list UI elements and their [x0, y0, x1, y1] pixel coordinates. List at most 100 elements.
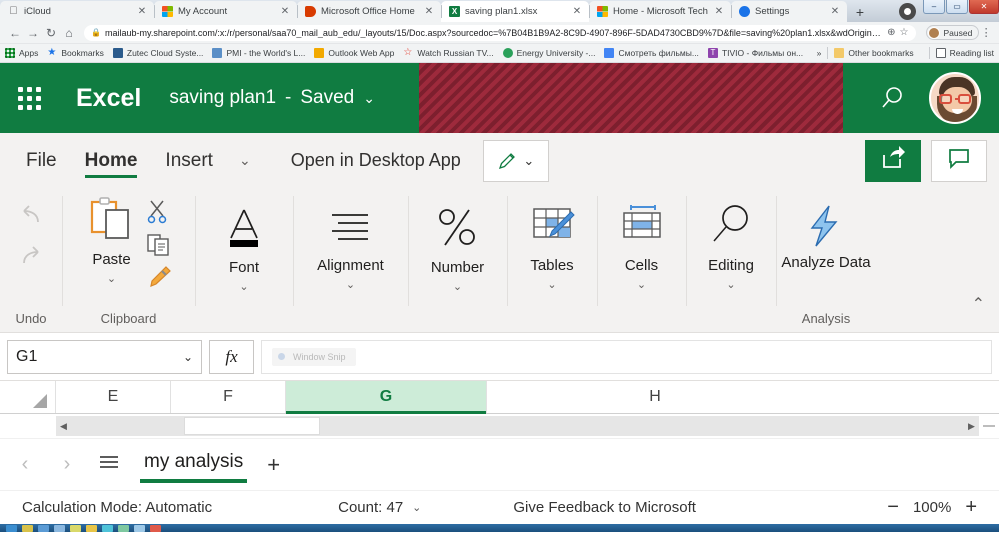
- analyze-data-button[interactable]: Analyze Data: [781, 204, 871, 271]
- new-tab-button[interactable]: +: [847, 1, 873, 22]
- chevron-down-icon[interactable]: ⌄: [547, 278, 556, 291]
- bookmark-zutec[interactable]: Zutec Cloud Syste...: [112, 48, 203, 58]
- excel-brand-label[interactable]: Excel: [76, 84, 141, 113]
- zoom-in-button[interactable]: +: [965, 496, 977, 519]
- editing-mode-button[interactable]: ⌄: [482, 139, 549, 182]
- chevron-down-icon[interactable]: ⌄: [363, 90, 375, 107]
- column-header-g[interactable]: G: [286, 381, 487, 414]
- chevron-down-icon[interactable]: ⌄: [726, 278, 735, 291]
- bookmark-bookmarks[interactable]: ★ Bookmarks: [47, 48, 104, 59]
- column-header-h[interactable]: H: [487, 381, 823, 413]
- bookmark-pmi[interactable]: PMI - the World's L...: [212, 48, 305, 58]
- tab-home[interactable]: Home: [71, 133, 152, 188]
- search-in-page-icon[interactable]: ⊕: [887, 27, 895, 38]
- cells-button[interactable]: Cells ⌄: [617, 204, 667, 291]
- font-button[interactable]: Font ⌄: [217, 206, 271, 293]
- other-bookmarks-button[interactable]: Other bookmarks: [834, 48, 914, 58]
- next-sheet-icon[interactable]: ›: [56, 453, 78, 476]
- browser-tab[interactable]:  iCloud ✕: [0, 1, 154, 22]
- close-icon[interactable]: ✕: [421, 6, 437, 17]
- taskbar-icon[interactable]: [102, 524, 113, 532]
- close-icon[interactable]: ✕: [277, 6, 293, 17]
- format-painter-icon[interactable]: [144, 265, 172, 295]
- insert-function-button[interactable]: fx: [209, 339, 254, 374]
- chevron-down-icon[interactable]: ⌄: [523, 153, 534, 169]
- chevron-down-icon[interactable]: ⌄: [239, 280, 248, 293]
- previous-sheet-icon[interactable]: ‹: [14, 453, 36, 476]
- reload-icon[interactable]: ↻: [42, 27, 60, 39]
- alignment-button[interactable]: Alignment ⌄: [317, 208, 384, 291]
- maximize-button[interactable]: ▭: [946, 0, 968, 14]
- bookmark-star-icon[interactable]: ☆: [900, 27, 909, 38]
- close-icon[interactable]: ✕: [711, 6, 727, 17]
- sheet-tab-my-analysis[interactable]: my analysis: [140, 451, 248, 483]
- sheet-list-icon[interactable]: [98, 454, 120, 475]
- taskbar-icon[interactable]: [134, 524, 145, 532]
- cut-icon[interactable]: [144, 199, 172, 229]
- bookmark-apps[interactable]: Apps: [5, 48, 38, 58]
- scroll-left-arrow-icon[interactable]: ◀: [56, 421, 71, 432]
- minimize-button[interactable]: –: [923, 0, 945, 14]
- number-button[interactable]: Number ⌄: [431, 204, 484, 293]
- column-header-f[interactable]: F: [171, 381, 286, 413]
- taskbar-icon[interactable]: [118, 524, 129, 532]
- chevron-down-icon[interactable]: ⌄: [637, 278, 646, 291]
- zoom-level-label[interactable]: 100%: [913, 499, 951, 516]
- bookmark-energy-university[interactable]: Energy University -...: [502, 48, 595, 58]
- chevron-down-icon[interactable]: ⌄: [412, 501, 421, 514]
- taskbar-icon[interactable]: [22, 524, 33, 532]
- undo-icon[interactable]: [16, 204, 46, 233]
- taskbar-icon[interactable]: [38, 524, 49, 532]
- browser-tab[interactable]: My Account ✕: [154, 1, 297, 22]
- taskbar-icon[interactable]: [54, 524, 65, 532]
- select-all-corner[interactable]: [0, 381, 56, 413]
- collapse-ribbon-chevron-up-icon[interactable]: ⌃: [972, 294, 985, 314]
- scrollbar-thumb[interactable]: [184, 417, 320, 435]
- app-launcher-icon[interactable]: [18, 86, 54, 110]
- close-icon[interactable]: ✕: [134, 6, 150, 17]
- horizontal-scrollbar[interactable]: ◀ ▶: [56, 416, 979, 436]
- chevron-down-icon[interactable]: ⌄: [183, 350, 193, 364]
- bookmark-russian-tv[interactable]: ☆ Watch Russian TV...: [403, 48, 493, 59]
- search-icon[interactable]: [879, 85, 905, 111]
- zoom-out-button[interactable]: −: [887, 496, 899, 519]
- tab-insert[interactable]: Insert: [151, 133, 227, 188]
- close-icon[interactable]: ✕: [569, 6, 585, 17]
- share-button[interactable]: [865, 139, 921, 182]
- file-title-area[interactable]: saving plan1 - Saved ⌄: [169, 87, 375, 109]
- chevron-down-icon[interactable]: ⌄: [107, 272, 116, 285]
- more-tabs-chevron-down-icon[interactable]: ⌄: [227, 133, 263, 188]
- chevron-down-icon[interactable]: ⌄: [453, 280, 462, 293]
- taskbar-icon[interactable]: [6, 524, 17, 532]
- comment-button[interactable]: [931, 139, 987, 182]
- reading-list-button[interactable]: Reading list: [935, 48, 994, 58]
- browser-tab-active[interactable]: X saving plan1.xlsx ✕: [441, 1, 589, 22]
- name-box[interactable]: G1 ⌄: [7, 339, 202, 374]
- back-icon[interactable]: ←: [6, 27, 24, 39]
- close-window-button[interactable]: ✕: [969, 0, 999, 14]
- taskbar-icon[interactable]: [70, 524, 81, 532]
- bookmarks-overflow-icon[interactable]: »: [817, 48, 822, 58]
- bookmark-outlook[interactable]: Outlook Web App: [314, 48, 394, 58]
- home-icon[interactable]: ⌂: [60, 27, 78, 39]
- bookmark-tivio[interactable]: T TIVIO - Фильмы он...: [707, 48, 803, 58]
- redo-icon[interactable]: [16, 245, 46, 274]
- profile-avatar-icon[interactable]: [899, 2, 916, 20]
- profile-paused-pill[interactable]: Paused: [925, 25, 980, 40]
- browser-tab[interactable]: Home - Microsoft Tech Comm ✕: [589, 1, 731, 22]
- paste-button[interactable]: Paste ⌄: [86, 196, 138, 285]
- open-in-desktop-app-label[interactable]: Open in Desktop App: [291, 150, 461, 171]
- column-header-e[interactable]: E: [56, 381, 171, 413]
- taskbar-icon[interactable]: [86, 524, 97, 532]
- formula-input[interactable]: Window Snip: [261, 339, 992, 374]
- add-sheet-button[interactable]: +: [267, 452, 280, 478]
- scroll-right-arrow-icon[interactable]: ▶: [964, 421, 979, 432]
- forward-icon[interactable]: →: [24, 27, 42, 39]
- chevron-down-icon[interactable]: ⌄: [346, 278, 355, 291]
- browser-tab[interactable]: Settings ✕: [731, 1, 847, 22]
- address-bar[interactable]: 🔒 mailaub-my.sharepoint.com/:x:/r/person…: [84, 24, 916, 41]
- tables-button[interactable]: Tables ⌄: [527, 204, 577, 291]
- close-icon[interactable]: ✕: [827, 6, 843, 17]
- browser-tab[interactable]: Microsoft Office Home ✕: [297, 1, 441, 22]
- calculation-mode-label[interactable]: Calculation Mode: Automatic: [22, 499, 212, 516]
